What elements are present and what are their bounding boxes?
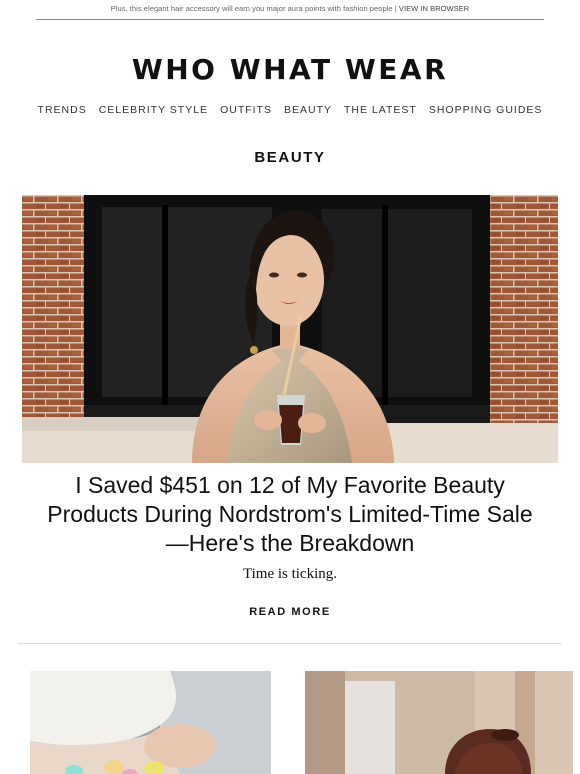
view-in-browser-link[interactable]: VIEW IN BROWSER: [399, 4, 469, 13]
thumbnail-nails-image[interactable]: [30, 671, 271, 774]
section-divider: [18, 643, 562, 644]
thumbnail-hair-image[interactable]: [305, 671, 573, 774]
article-headline[interactable]: I Saved $451 on 12 of My Favorite Beauty…: [40, 471, 540, 558]
read-more-link[interactable]: READ MORE: [0, 606, 580, 618]
article-dek: Time is ticking.: [242, 566, 338, 582]
top-divider: [36, 19, 544, 20]
nav-item-shopping-guides[interactable]: SHOPPING GUIDES: [429, 104, 543, 116]
nav-item-beauty[interactable]: BEAUTY: [284, 104, 332, 116]
nav-item-the-latest[interactable]: THE LATEST: [344, 104, 417, 116]
nav-item-trends[interactable]: TRENDS: [38, 104, 87, 116]
nav-item-celebrity-style[interactable]: CELEBRITY STYLE: [99, 104, 208, 116]
brand-logo[interactable]: WHO WHAT WEAR: [0, 52, 580, 88]
preheader: Plus, this elegant hair accessory will e…: [0, 4, 580, 13]
section-title: BEAUTY: [254, 149, 326, 166]
nav-item-outfits[interactable]: OUTFITS: [220, 104, 272, 116]
main-nav: TRENDS CELEBRITY STYLE OUTFITS BEAUTY TH…: [0, 104, 580, 116]
preheader-text: Plus, this elegant hair accessory will e…: [110, 4, 399, 13]
hero-image[interactable]: [22, 195, 558, 463]
